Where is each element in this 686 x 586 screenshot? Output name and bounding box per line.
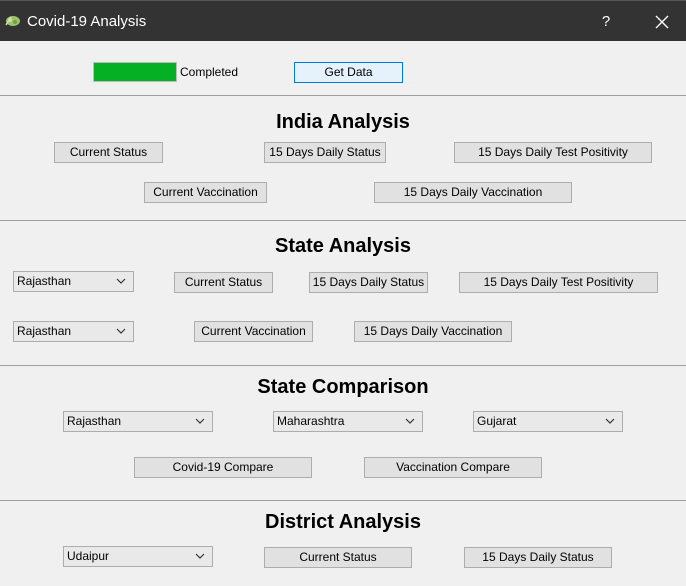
state-daily-vaccination-button[interactable]: 15 Days Daily Vaccination: [354, 321, 512, 342]
vaccination-compare-button[interactable]: Vaccination Compare: [364, 457, 542, 478]
chevron-down-icon: [116, 278, 126, 284]
progress-label: Completed: [180, 65, 239, 79]
get-data-button[interactable]: Get Data: [294, 62, 403, 83]
india-test-positivity-button[interactable]: 15 Days Daily Test Positivity: [454, 142, 652, 163]
progress-fill: [94, 63, 176, 81]
state-current-vaccination-button[interactable]: Current Vaccination: [194, 321, 313, 342]
progress-bar: [93, 62, 177, 82]
chevron-down-icon: [195, 553, 205, 559]
district-daily-status-button[interactable]: 15 Days Daily Status: [464, 547, 612, 568]
state-daily-status-button[interactable]: 15 Days Daily Status: [309, 272, 428, 293]
india-current-status-button[interactable]: Current Status: [54, 142, 163, 163]
compare-state-1-select[interactable]: Rajasthan: [63, 411, 213, 432]
state-select[interactable]: Rajasthan: [13, 271, 134, 292]
compare-state-2-value: Maharashtra: [277, 414, 345, 428]
state-vaccination-select-value: Rajasthan: [17, 324, 72, 338]
divider: [0, 95, 686, 96]
divider: [0, 365, 686, 366]
state-select-value: Rajasthan: [17, 274, 72, 288]
chevron-down-icon: [605, 418, 615, 424]
help-button[interactable]: ?: [592, 7, 620, 37]
compare-state-3-select[interactable]: Gujarat: [473, 411, 623, 432]
close-icon[interactable]: [648, 7, 676, 37]
title-bar: Covid-19 Analysis ?: [0, 0, 686, 41]
district-select-value: Udaipur: [67, 549, 110, 563]
covid-compare-button[interactable]: Covid-19 Compare: [134, 457, 312, 478]
state-current-status-button[interactable]: Current Status: [174, 272, 273, 293]
chevron-down-icon: [405, 418, 415, 424]
virus-leaf-icon: [5, 16, 20, 26]
district-select[interactable]: Udaipur: [63, 546, 213, 567]
divider: [0, 220, 686, 221]
compare-state-3-value: Gujarat: [477, 414, 517, 428]
india-analysis-heading: India Analysis: [276, 111, 410, 133]
india-daily-status-button[interactable]: 15 Days Daily Status: [264, 142, 386, 163]
chevron-down-icon: [195, 418, 205, 424]
chevron-down-icon: [116, 328, 126, 334]
state-test-positivity-button[interactable]: 15 Days Daily Test Positivity: [459, 272, 658, 293]
india-daily-vaccination-button[interactable]: 15 Days Daily Vaccination: [374, 182, 572, 203]
state-vaccination-select[interactable]: Rajasthan: [13, 321, 134, 342]
state-comparison-heading: State Comparison: [257, 376, 429, 398]
compare-state-2-select[interactable]: Maharashtra: [273, 411, 423, 432]
window-title: Covid-19 Analysis: [27, 13, 147, 30]
district-analysis-heading: District Analysis: [265, 511, 421, 533]
india-current-vaccination-button[interactable]: Current Vaccination: [144, 182, 267, 203]
divider: [0, 500, 686, 501]
district-current-status-button[interactable]: Current Status: [264, 547, 412, 568]
compare-state-1-value: Rajasthan: [67, 414, 122, 428]
state-analysis-heading: State Analysis: [275, 235, 411, 257]
